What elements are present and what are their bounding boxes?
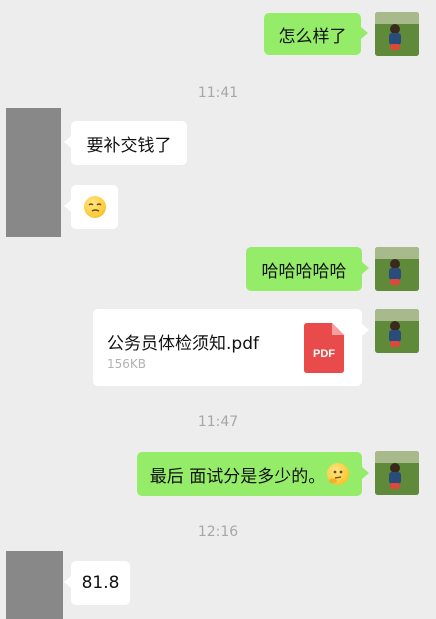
avatar-other[interactable] [6,108,61,237]
file-name: 公务员体检须知.pdf [107,334,259,354]
avatar-photo [375,12,419,56]
file-message-card[interactable]: 公务员体检须知.pdf 156KB PDF [93,309,362,386]
bubble-tail [362,262,369,274]
bubble-tail [64,200,71,212]
timestamp: 11:47 [197,414,239,430]
pdf-file-icon: PDF [304,323,344,373]
message-text: 怎么样了 [278,26,347,47]
avatar-other[interactable] [6,551,63,619]
avatar-self[interactable] [375,451,419,495]
message-bubble-other[interactable]: 81.8 [71,561,130,605]
avatar-photo [375,247,419,291]
bubble-tail [64,136,71,148]
message-bubble-other[interactable]: 要补交钱了 [71,121,187,165]
avatar-photo [375,309,419,353]
squinting-face-emoji-icon [83,196,106,218]
bubble-tail [64,576,71,588]
bubble-tail [362,467,369,479]
message-bubble-other-emoji[interactable] [71,185,118,229]
timestamp: 11:41 [197,85,239,101]
timestamp: 12:16 [197,524,239,540]
avatar-photo [375,451,419,495]
avatar-self[interactable] [375,309,419,353]
bubble-tail [361,27,368,39]
message-bubble-self[interactable]: 怎么样了 [264,13,361,55]
message-text: 要补交钱了 [86,135,172,156]
message-text: 81.8 [81,573,120,593]
avatar-self[interactable] [375,12,419,56]
avatar-self[interactable] [375,247,419,291]
message-bubble-self[interactable]: 最后 面试分是多少的。 [137,452,362,496]
message-text: 最后 面试分是多少的。 [149,466,326,487]
pdf-icon-label: PDF [313,348,335,360]
bubble-tail [362,324,369,336]
thinking-face-emoji-icon [327,463,350,485]
message-text: 哈哈哈哈哈 [261,261,347,282]
message-bubble-self[interactable]: 哈哈哈哈哈 [246,247,362,291]
file-size: 156KB [107,357,147,371]
